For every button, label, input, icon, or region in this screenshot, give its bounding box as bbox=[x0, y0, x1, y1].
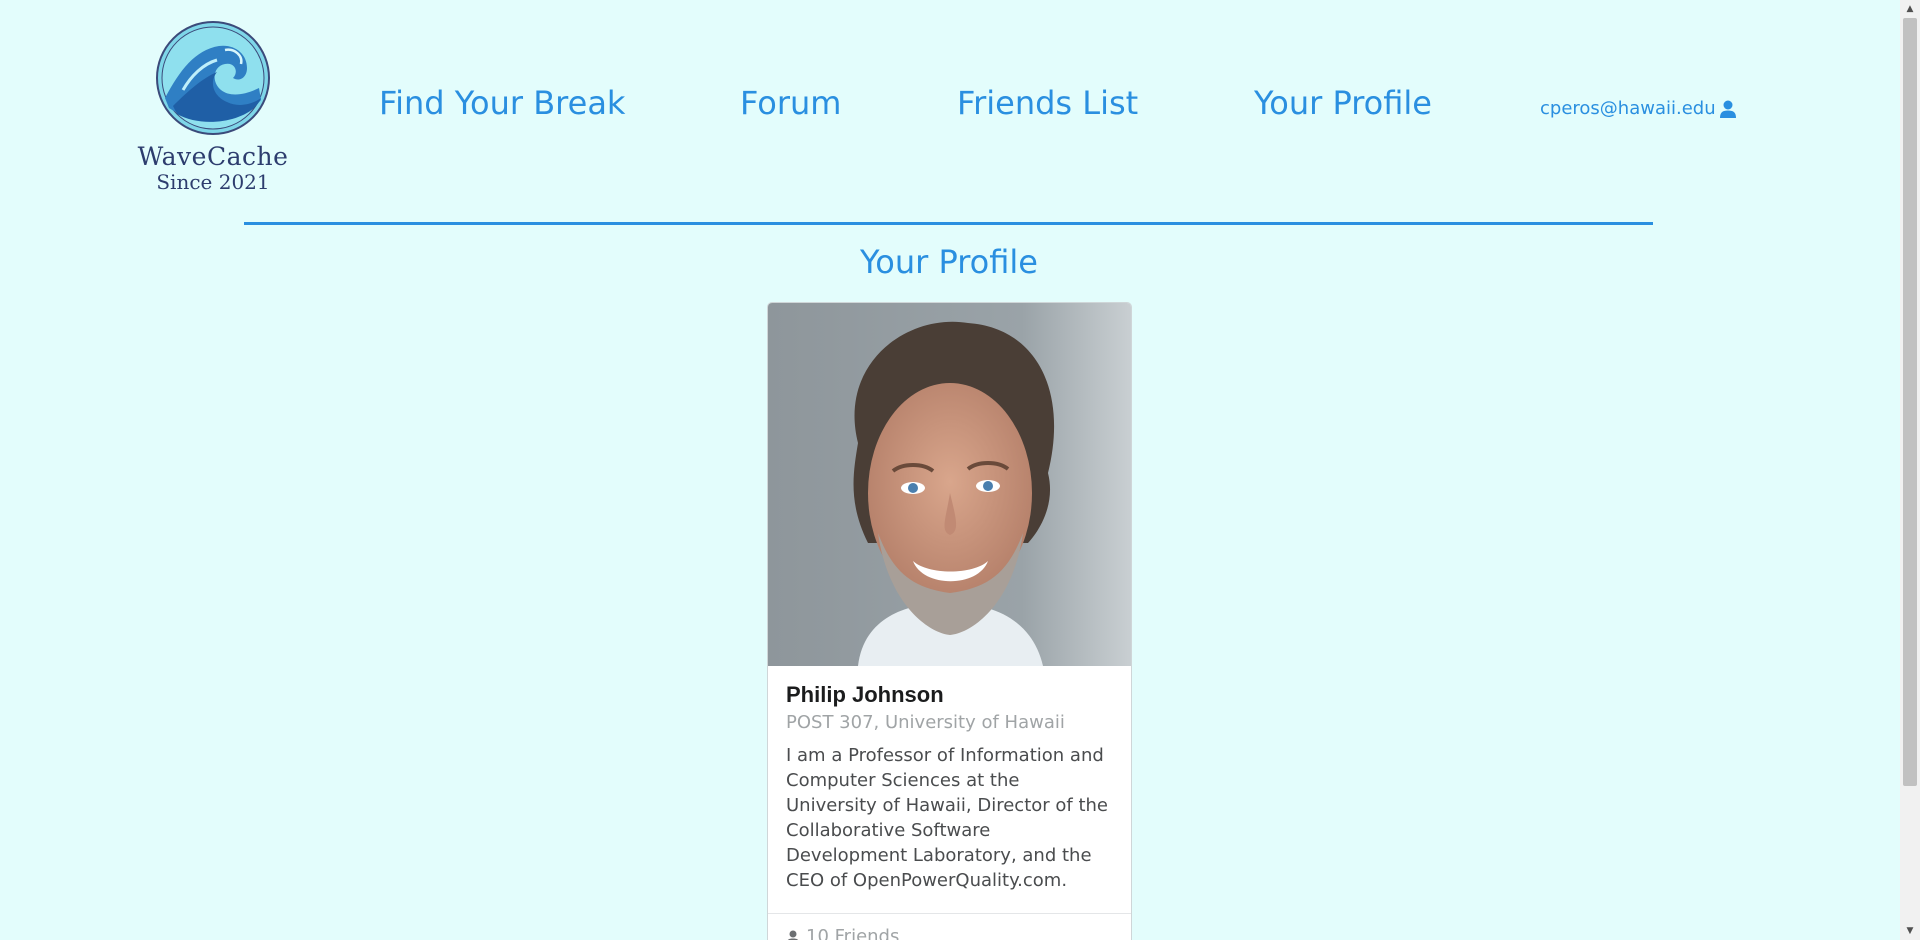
brand-since: Since 2021 bbox=[156, 170, 270, 194]
friends-icon bbox=[787, 930, 799, 940]
friends-count[interactable]: 10 Friends bbox=[768, 913, 1131, 940]
nav-friends-list[interactable]: Friends List bbox=[957, 84, 1138, 122]
friends-count-label: 10 Friends bbox=[806, 926, 900, 940]
scrollbar-thumb[interactable] bbox=[1903, 18, 1917, 786]
wave-logo-icon bbox=[156, 21, 270, 135]
logo[interactable]: WaveCache Since 2021 bbox=[130, 20, 296, 193]
nav-your-profile[interactable]: Your Profile bbox=[1254, 84, 1432, 122]
profile-location: POST 307, University of Hawaii bbox=[786, 712, 1065, 733]
user-email: cperos@hawaii.edu bbox=[1540, 98, 1716, 119]
scroll-up-arrow-icon[interactable]: ▲ bbox=[1900, 0, 1920, 18]
user-menu[interactable]: cperos@hawaii.edu bbox=[1540, 98, 1738, 119]
profile-card: Philip Johnson POST 307, University of H… bbox=[767, 302, 1132, 940]
profile-description: I am a Professor of Information and Comp… bbox=[786, 745, 1108, 891]
profile-name: Philip Johnson bbox=[786, 682, 944, 707]
profile-photo bbox=[768, 303, 1131, 666]
nav-find-your-break[interactable]: Find Your Break bbox=[379, 84, 625, 122]
user-icon bbox=[1719, 100, 1736, 118]
header-divider bbox=[244, 222, 1653, 225]
page: WaveCache Since 2021 Find Your Break For… bbox=[0, 0, 1920, 940]
brand-name: WaveCache bbox=[137, 142, 289, 171]
page-title: Your Profile bbox=[860, 243, 1038, 281]
page-scrollbar[interactable]: ▲ ▼ bbox=[1900, 0, 1920, 940]
card-body: Philip Johnson POST 307, University of H… bbox=[768, 666, 1131, 893]
nav-forum[interactable]: Forum bbox=[740, 84, 841, 122]
scroll-down-arrow-icon[interactable]: ▼ bbox=[1900, 922, 1920, 940]
